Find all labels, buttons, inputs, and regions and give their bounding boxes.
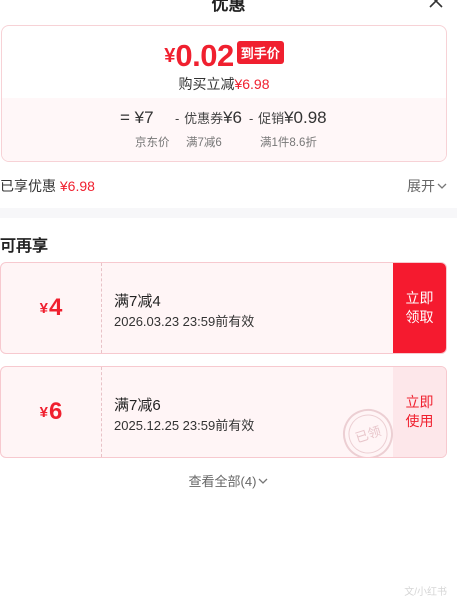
stamp-text: 已领 bbox=[354, 424, 383, 446]
breakdown-symbol: = bbox=[120, 108, 130, 127]
coupon-separator bbox=[101, 367, 102, 457]
breakdown-list-price: = ¥7 京东价 bbox=[120, 108, 170, 150]
saving-value: ¥6.98 bbox=[234, 76, 270, 92]
coupon-card: ¥6 满7减6 2025.12.25 23:59前有效 已领 立即使用 bbox=[0, 366, 447, 458]
breakdown-symbol: - bbox=[175, 111, 180, 126]
price-summary-card: ¥0.02 到手价 购买立减¥6.98 = ¥7 京东价 - 优惠券¥6 满7减6… bbox=[1, 25, 447, 162]
claimed-stamp-icon: 已领 bbox=[343, 409, 393, 457]
action-line-1: 立即 bbox=[405, 290, 434, 306]
enjoyed-value: ¥6.98 bbox=[59, 178, 95, 194]
saving-label: 购买立减 bbox=[178, 76, 235, 92]
breakdown-caption: 满1件8.6折 bbox=[260, 137, 317, 149]
final-price-tag: 到手价 bbox=[236, 41, 284, 64]
breakdown-label: 优惠券 bbox=[184, 111, 224, 126]
breakdown-value: ¥7 bbox=[134, 108, 154, 127]
price-currency: ¥ bbox=[164, 45, 176, 67]
action-line-2: 使用 bbox=[405, 413, 434, 429]
price-breakdown: = ¥7 京东价 - 优惠券¥6 满7减6 - 促销¥0.98 满1件8.6折 bbox=[2, 98, 446, 161]
breakdown-symbol: - bbox=[249, 111, 254, 126]
breakdown-promotion: - 促销¥0.98 满1件8.6折 bbox=[249, 108, 327, 150]
final-price: ¥0.02 到手价 bbox=[2, 38, 446, 74]
enjoyed-label: 已享优惠 bbox=[0, 178, 56, 194]
use-coupon-button[interactable]: 立即 使用 bbox=[393, 367, 446, 457]
coupon-amount: 4 bbox=[48, 294, 63, 321]
coupon-validity: 2026.03.23 23:59前有效 bbox=[114, 314, 255, 329]
sheet-title: 优惠 bbox=[211, 0, 246, 14]
view-all-coupons[interactable]: 查看全部(4) bbox=[0, 471, 457, 490]
section-title: 可再享 bbox=[0, 238, 49, 255]
coupon-condition: 满7减6 bbox=[114, 397, 161, 414]
header: 优惠 bbox=[0, 0, 457, 14]
view-all-label: 查看全部(4) bbox=[188, 474, 257, 489]
chevron-down-icon bbox=[258, 478, 268, 484]
coupon-condition: 满7减4 bbox=[114, 293, 161, 310]
close-icon[interactable] bbox=[426, 0, 446, 11]
breakdown-caption: 满7减6 bbox=[186, 137, 222, 149]
coupon-currency: ¥ bbox=[39, 299, 48, 317]
coupon-card: ¥4 满7减4 2026.03.23 23:59前有效 立即领取 bbox=[0, 262, 447, 354]
coupon-validity: 2025.12.25 23:59前有效 bbox=[114, 418, 255, 433]
breakdown-label: 促销 bbox=[258, 111, 285, 126]
price-amount: 0.02 bbox=[175, 38, 234, 73]
action-line-1: 立即 bbox=[405, 394, 434, 410]
claim-coupon-button[interactable]: 立即 领取 bbox=[393, 263, 446, 353]
coupon-currency: ¥ bbox=[39, 403, 48, 421]
coupon-value: ¥6 bbox=[1, 367, 101, 457]
coupon-value: ¥4 bbox=[1, 263, 101, 353]
breakdown-caption: 京东价 bbox=[135, 137, 170, 149]
expand-toggle[interactable]: 展开 bbox=[407, 176, 447, 196]
section-divider bbox=[0, 208, 457, 218]
coupon-amount: 6 bbox=[48, 398, 63, 425]
enjoyed-discount: 已享优惠 ¥6.98 bbox=[0, 176, 95, 196]
expand-label: 展开 bbox=[407, 178, 435, 194]
price-saving: 购买立减¥6.98 bbox=[2, 74, 446, 94]
action-line-2: 领取 bbox=[405, 309, 434, 325]
coupon-separator bbox=[101, 263, 102, 353]
chevron-down-icon bbox=[437, 183, 447, 189]
watermark: 文/小红书 bbox=[404, 587, 447, 598]
breakdown-value: ¥0.98 bbox=[284, 108, 327, 127]
breakdown-coupon: - 优惠券¥6 满7减6 bbox=[175, 108, 242, 150]
breakdown-value: ¥6 bbox=[223, 108, 243, 127]
